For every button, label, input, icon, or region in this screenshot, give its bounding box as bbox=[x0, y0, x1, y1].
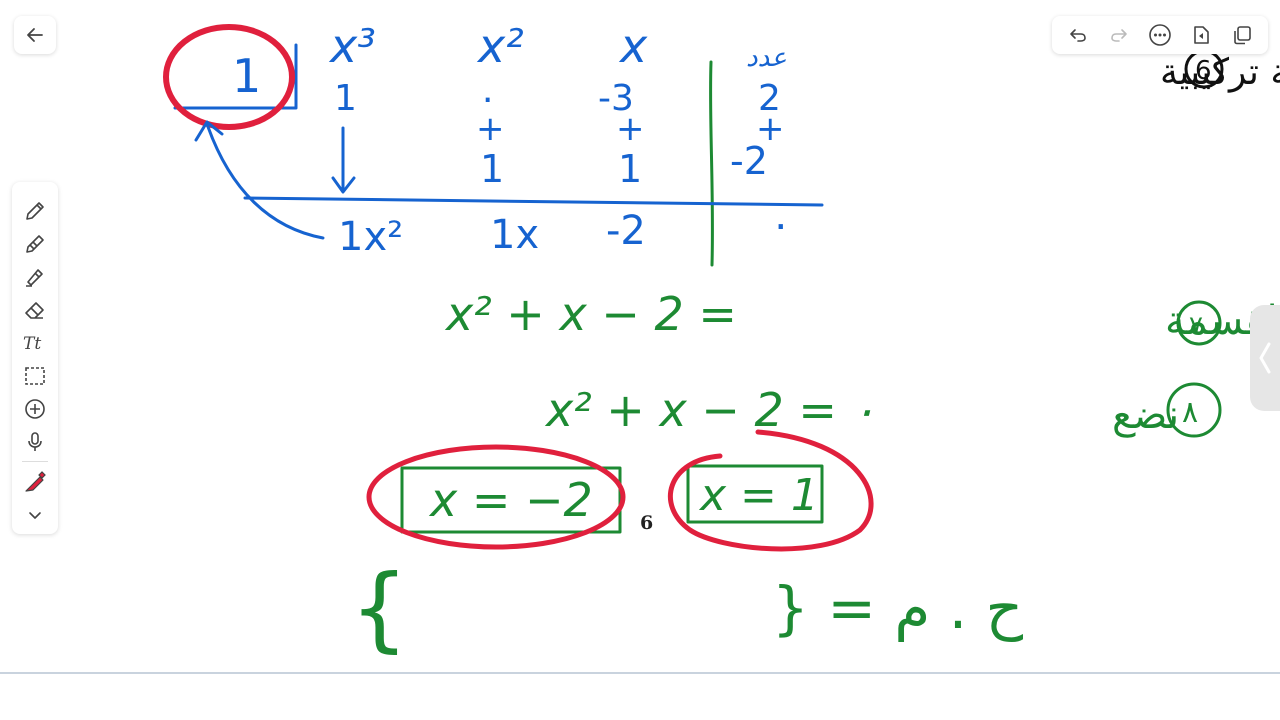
result-remainder: ٠ bbox=[770, 202, 791, 248]
whiteboard-canvas[interactable]: x³ x² x عدد 1 1 ٠ -3 2 + + + 1 1 -2 1x² … bbox=[0, 0, 1280, 720]
back-button[interactable] bbox=[14, 16, 56, 54]
pencil-tool-button[interactable] bbox=[20, 229, 50, 259]
root2-value: x = 1 bbox=[698, 470, 819, 521]
division-line bbox=[243, 196, 824, 207]
more-button[interactable] bbox=[1146, 21, 1174, 49]
toolbar-divider bbox=[22, 461, 48, 462]
add-button[interactable] bbox=[20, 394, 50, 424]
chevron-left-icon bbox=[1259, 342, 1271, 374]
plus-x2: + bbox=[476, 109, 505, 149]
header-x3: x³ bbox=[328, 19, 376, 73]
redo-icon bbox=[1111, 29, 1127, 42]
solution-set-label: } = ح . م bbox=[772, 574, 1024, 642]
lasso-select-icon bbox=[25, 366, 45, 385]
pencil-icon bbox=[26, 234, 44, 253]
add-icon bbox=[25, 398, 45, 419]
eraser-icon bbox=[25, 301, 44, 319]
mult-const: -2 bbox=[730, 139, 768, 183]
more-icon bbox=[1149, 24, 1171, 46]
page-bottom-divider bbox=[0, 672, 1280, 674]
divisor-red-circle bbox=[163, 24, 295, 130]
plus-x: + bbox=[616, 109, 645, 149]
text-icon: Tt bbox=[23, 334, 41, 354]
chevron-down-icon bbox=[29, 511, 41, 519]
mult-x2: 1 bbox=[480, 147, 504, 191]
highlighter-tool-button[interactable] bbox=[20, 262, 50, 292]
pen-tool-button[interactable] bbox=[20, 196, 50, 226]
color-swatch-button[interactable] bbox=[20, 467, 50, 497]
top-toolbar bbox=[1052, 16, 1268, 54]
equation-expression: x² + x − 2 = ٠ bbox=[544, 383, 876, 437]
highlighter-icon bbox=[26, 268, 43, 287]
page-number: 6 bbox=[640, 512, 654, 534]
header-x2: x² bbox=[476, 19, 524, 73]
undo-button[interactable] bbox=[1064, 21, 1092, 49]
microphone-icon bbox=[28, 431, 42, 451]
left-toolbar: Tt bbox=[12, 182, 58, 534]
header-x: x bbox=[618, 19, 648, 73]
arrow-to-divisor bbox=[205, 122, 325, 240]
quotient-expression: x² + x − 2 = bbox=[444, 287, 737, 341]
side-panel-toggle[interactable] bbox=[1250, 305, 1280, 411]
shape-button[interactable] bbox=[1187, 21, 1215, 49]
step8-label: نضع bbox=[1112, 392, 1179, 438]
pen-icon bbox=[26, 201, 44, 220]
redo-button[interactable] bbox=[1105, 21, 1133, 49]
result-x: 1x bbox=[490, 212, 539, 258]
step8-number: ٨ bbox=[1182, 395, 1198, 430]
header-const: عدد bbox=[746, 43, 787, 73]
arrow-left-icon bbox=[27, 28, 43, 42]
copy-button[interactable] bbox=[1228, 21, 1256, 49]
mult-x: 1 bbox=[618, 147, 642, 191]
svg-text:Tt: Tt bbox=[23, 334, 41, 354]
undo-icon bbox=[1070, 29, 1087, 42]
result-const: -2 bbox=[606, 208, 646, 254]
expand-tools-button[interactable] bbox=[20, 500, 50, 530]
color-swatch-icon bbox=[25, 470, 46, 492]
copy-icon bbox=[1233, 26, 1251, 45]
step6-label: قسمة تركيبية bbox=[1160, 52, 1280, 93]
shape-icon bbox=[1193, 26, 1209, 44]
coef-x3: 1 bbox=[334, 78, 357, 119]
text-tool-button[interactable]: Tt bbox=[20, 328, 50, 358]
microphone-button[interactable] bbox=[20, 427, 50, 457]
result-x2: 1x² bbox=[338, 214, 403, 260]
lasso-select-button[interactable] bbox=[20, 361, 50, 391]
solution-brace-open: { bbox=[350, 555, 409, 662]
divisor-value: 1 bbox=[232, 49, 261, 103]
eraser-tool-button[interactable] bbox=[20, 295, 50, 325]
root1-value: x = −2 bbox=[428, 473, 593, 527]
